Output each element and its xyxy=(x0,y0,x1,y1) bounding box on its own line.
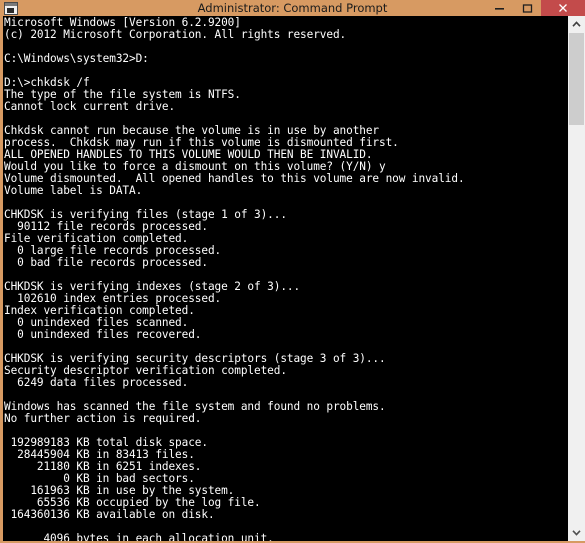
console-line: Cannot lock current drive. xyxy=(4,100,176,113)
maximize-icon xyxy=(522,3,532,13)
scrollbar-down-button[interactable] xyxy=(568,524,585,541)
console-line: No further action is required. xyxy=(4,412,202,425)
title-bar[interactable]: Administrator: Command Prompt xyxy=(0,0,585,16)
console-line: 4096 bytes in each allocation unit. xyxy=(4,532,274,542)
console-line: 0 unindexed files recovered. xyxy=(4,328,202,341)
chevron-up-icon xyxy=(572,21,581,27)
close-icon xyxy=(559,4,567,12)
command-prompt-icon[interactable] xyxy=(4,2,18,15)
console-scrollbar[interactable] xyxy=(568,16,585,541)
console-line: 6249 data files processed. xyxy=(4,376,189,389)
chevron-down-icon xyxy=(572,530,581,536)
console-output[interactable]: Microsoft Windows [Version 6.2.9200] (c) … xyxy=(3,16,568,541)
console-line: (c) 2012 Microsoft Corporation. All righ… xyxy=(4,28,347,41)
minimize-button[interactable] xyxy=(485,0,513,16)
scrollbar-up-button[interactable] xyxy=(568,16,585,33)
console-area: Microsoft Windows [Version 6.2.9200] (c) … xyxy=(0,16,585,543)
console-line: C:\Windows\system32>D: xyxy=(4,52,149,65)
console-line: 164360136 KB available on disk. xyxy=(4,508,215,521)
maximize-button[interactable] xyxy=(513,0,541,16)
scrollbar-track[interactable] xyxy=(568,33,585,524)
console-line: Volume label is DATA. xyxy=(4,184,143,197)
command-prompt-window: Administrator: Command Prompt Microsoft … xyxy=(0,0,585,543)
minimize-icon xyxy=(494,7,504,10)
window-controls xyxy=(485,0,585,16)
scrollbar-thumb[interactable] xyxy=(569,33,584,125)
console-line: 0 bad file records processed. xyxy=(4,256,208,269)
close-button[interactable] xyxy=(541,0,585,16)
